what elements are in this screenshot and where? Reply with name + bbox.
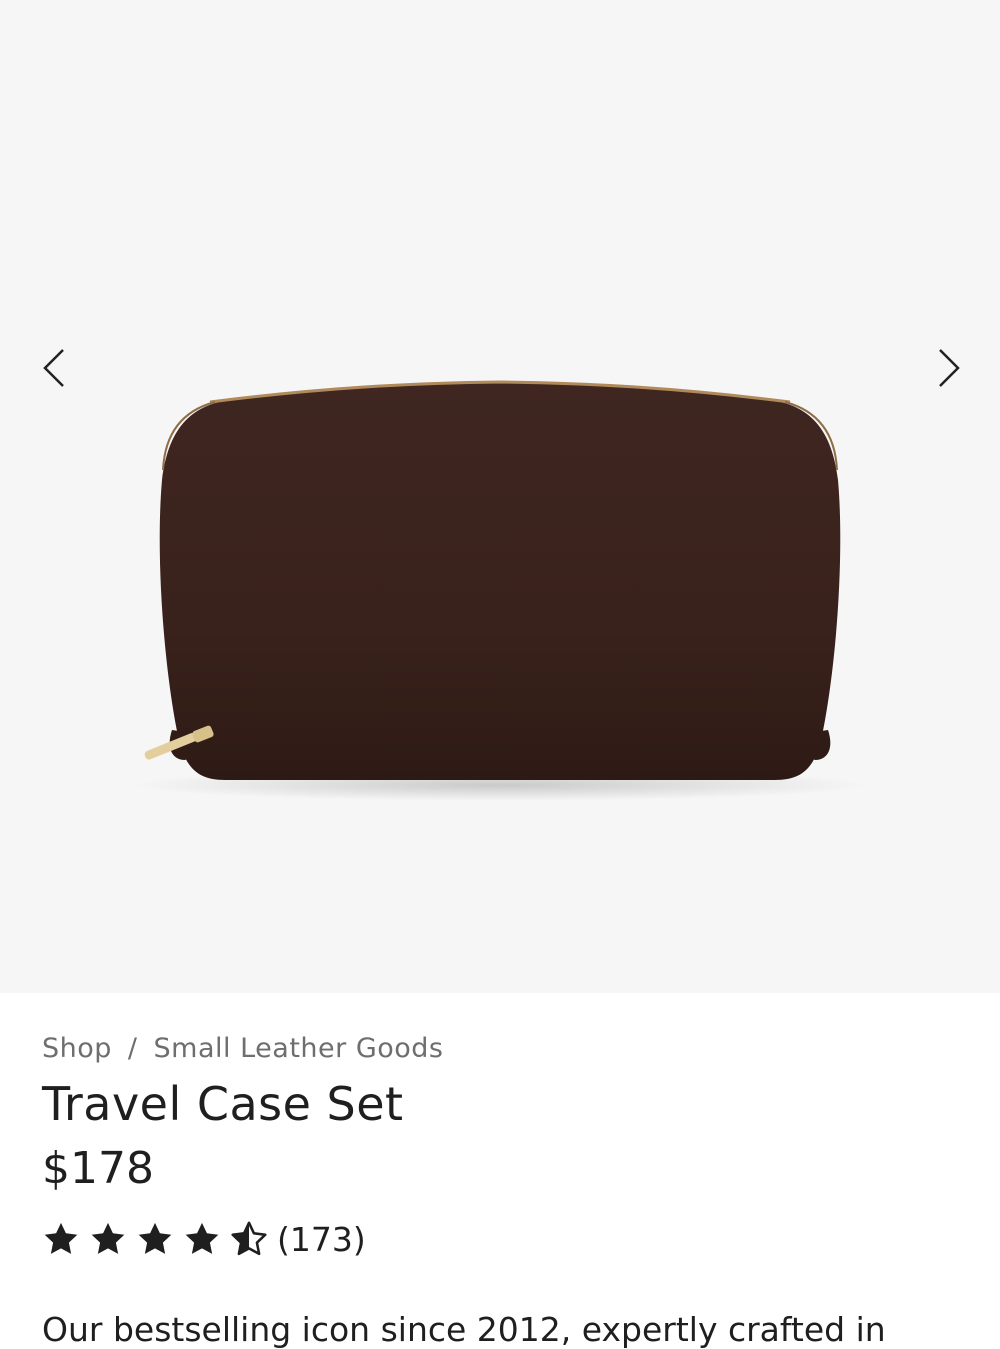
- review-count[interactable]: (173): [277, 1220, 366, 1259]
- star-full-icon: [89, 1220, 127, 1258]
- star-full-icon: [136, 1220, 174, 1258]
- star-full-icon: [183, 1220, 221, 1258]
- star-half-icon: [230, 1220, 268, 1258]
- product-gallery: [0, 0, 1000, 993]
- star-full-icon: [42, 1220, 80, 1258]
- breadcrumb-shop[interactable]: Shop: [42, 1033, 112, 1064]
- product-description: Our bestselling icon since 2012, expertl…: [42, 1310, 886, 1349]
- product-image: [130, 380, 870, 801]
- product-price: $178: [42, 1143, 154, 1194]
- breadcrumb-small-leather-goods[interactable]: Small Leather Goods: [154, 1033, 444, 1064]
- breadcrumb-separator: /: [127, 1033, 138, 1064]
- rating-summary[interactable]: (173): [42, 1219, 366, 1259]
- chevron-right-icon: [939, 349, 960, 387]
- breadcrumb: Shop / Small Leather Goods: [42, 1033, 444, 1064]
- next-image-button[interactable]: [918, 338, 978, 398]
- previous-image-button[interactable]: [25, 338, 85, 398]
- chevron-left-icon: [43, 349, 64, 387]
- product-title: Travel Case Set: [42, 1077, 404, 1131]
